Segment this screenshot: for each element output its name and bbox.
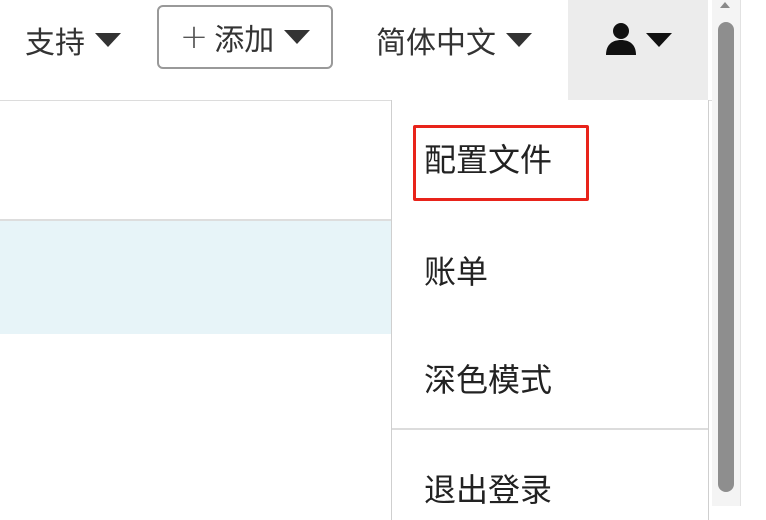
support-menu[interactable]: 支持	[25, 0, 121, 80]
user-menu-button[interactable]	[568, 0, 708, 100]
add-label: 添加	[214, 23, 275, 58]
arrow-up-icon	[720, 2, 730, 8]
menu-item-label: 配置文件	[424, 141, 553, 179]
menu-divider	[392, 428, 708, 430]
user-icon	[606, 23, 636, 55]
list-item[interactable]	[0, 101, 392, 219]
menu-item-billing[interactable]: 账单	[392, 240, 708, 300]
menu-item-label: 退出登录	[424, 471, 553, 509]
menu-item-profile[interactable]: 配置文件	[392, 128, 708, 188]
menu-item-label: 账单	[424, 253, 489, 291]
top-navigation-bar: 支持 + 添加 简体中文	[0, 0, 712, 101]
caret-down-icon	[284, 30, 311, 44]
user-dropdown-menu: 配置文件 账单 深色模式 退出登录	[391, 100, 709, 520]
caret-down-icon	[95, 33, 121, 47]
caret-down-icon	[506, 33, 532, 47]
menu-item-label: 深色模式	[424, 361, 553, 399]
add-button[interactable]: + 添加	[157, 5, 333, 69]
support-label: 支持	[25, 26, 85, 61]
menu-item-dark-mode[interactable]: 深色模式	[392, 348, 708, 408]
list-item[interactable]	[0, 334, 392, 506]
caret-down-icon	[646, 33, 672, 47]
scrollbar-thumb[interactable]	[718, 22, 734, 492]
window-edge	[740, 0, 766, 506]
language-selector[interactable]: 简体中文	[376, 0, 532, 80]
menu-item-logout[interactable]: 退出登录	[392, 458, 708, 518]
language-label: 简体中文	[376, 26, 496, 61]
plus-icon: +	[179, 17, 209, 57]
scroll-up-arrow-icon[interactable]	[718, 0, 732, 10]
list-item-selected[interactable]	[0, 221, 392, 334]
